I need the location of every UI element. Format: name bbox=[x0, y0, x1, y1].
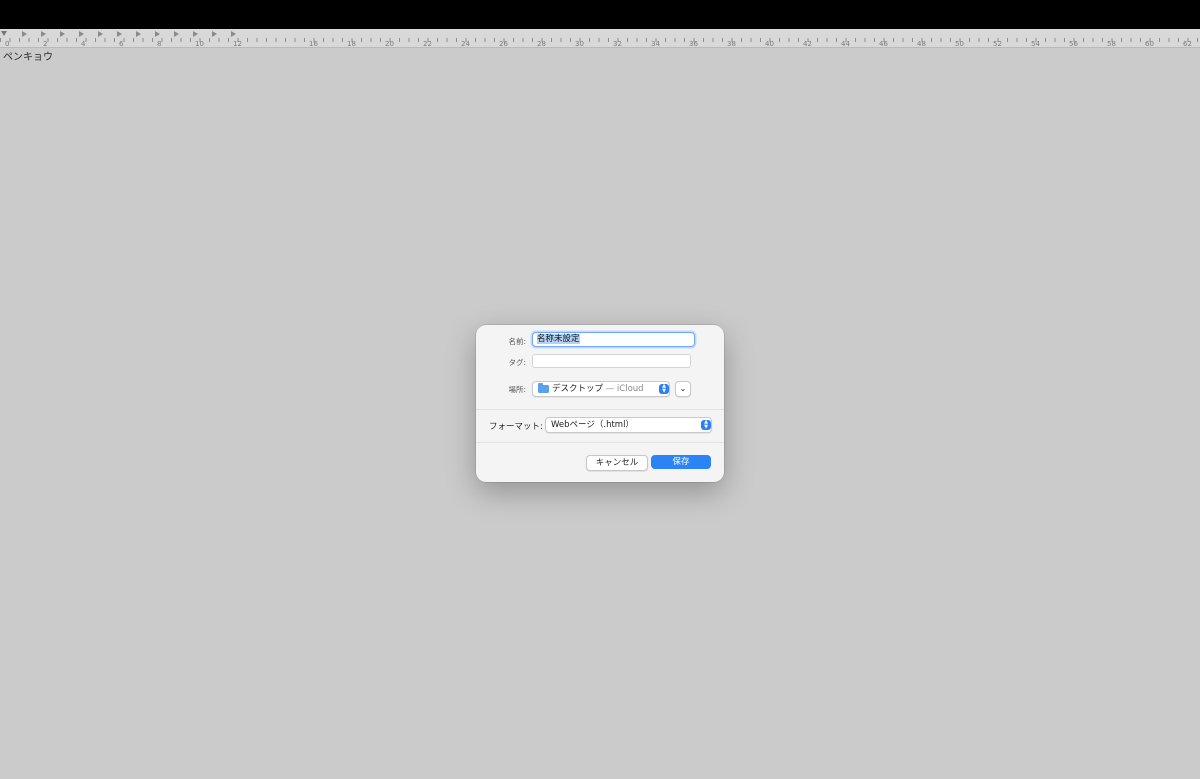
ruler-number: 50 bbox=[955, 40, 964, 48]
tab-stop-icon[interactable] bbox=[212, 31, 217, 37]
ruler-number: 34 bbox=[651, 40, 660, 48]
ruler-number: 36 bbox=[689, 40, 698, 48]
ruler-number: 38 bbox=[727, 40, 736, 48]
ruler-number: 46 bbox=[879, 40, 888, 48]
ruler-number: 20 bbox=[385, 40, 394, 48]
ruler-number: 52 bbox=[993, 40, 1002, 48]
format-value: Webページ（.html） bbox=[551, 420, 634, 430]
ruler-number: 6 bbox=[119, 40, 124, 48]
save-button[interactable]: 保存 bbox=[651, 455, 711, 469]
tab-stop-icon[interactable] bbox=[79, 31, 84, 37]
updown-chevron-icon: ▲ ▼ bbox=[659, 384, 669, 394]
ruler-ticks bbox=[0, 38, 1200, 42]
ruler-number: 30 bbox=[575, 40, 584, 48]
location-value: デスクトップ bbox=[552, 384, 604, 394]
ruler-number: 0 bbox=[5, 40, 10, 48]
save-dialog: 名前: 名称未設定 タグ: 場所: デスクトップ — iCloud ▲ ▼ ⌄ フ… bbox=[476, 325, 724, 482]
tags-label: タグ: bbox=[508, 358, 526, 367]
tab-stop-icon[interactable] bbox=[155, 31, 160, 37]
name-label: 名前: bbox=[508, 337, 526, 346]
name-field[interactable]: 名称未設定 bbox=[532, 332, 695, 347]
ruler-number: 56 bbox=[1069, 40, 1078, 48]
format-popup[interactable]: Webページ（.html） ▲ ▼ bbox=[545, 417, 712, 433]
ruler-number: 22 bbox=[423, 40, 432, 48]
tab-stop-icon[interactable] bbox=[231, 31, 236, 37]
top-black-bar bbox=[0, 0, 1200, 29]
ruler-number: 40 bbox=[765, 40, 774, 48]
ruler-number: 44 bbox=[841, 40, 850, 48]
name-field-value: 名称未設定 bbox=[537, 334, 580, 344]
updown-chevron-icon: ▲ ▼ bbox=[701, 420, 711, 430]
ruler-number: 58 bbox=[1107, 40, 1116, 48]
ruler-number: 42 bbox=[803, 40, 812, 48]
ruler-number: 48 bbox=[917, 40, 926, 48]
chevron-down-icon: ⌄ bbox=[679, 384, 687, 393]
location-suffix: — iCloud bbox=[603, 384, 644, 394]
location-label: 場所: bbox=[508, 385, 526, 394]
expand-button[interactable]: ⌄ bbox=[675, 381, 691, 397]
location-text: デスクトップ — iCloud bbox=[552, 383, 644, 395]
ruler-number: 28 bbox=[537, 40, 546, 48]
tab-stop-icon[interactable] bbox=[174, 31, 179, 37]
ruler-number: 24 bbox=[461, 40, 470, 48]
ruler-number: 2 bbox=[43, 40, 48, 48]
ruler-number: 60 bbox=[1145, 40, 1154, 48]
tab-stop-icon[interactable] bbox=[136, 31, 141, 37]
ruler-number: 18 bbox=[347, 40, 356, 48]
ruler-number: 16 bbox=[309, 40, 318, 48]
ruler-number: 26 bbox=[499, 40, 508, 48]
tab-stop-icon[interactable] bbox=[98, 31, 103, 37]
ruler-number: 10 bbox=[195, 40, 204, 48]
tab-stop-icon[interactable] bbox=[193, 31, 198, 37]
ruler-number: 4 bbox=[81, 40, 86, 48]
format-label: フォーマット: bbox=[489, 422, 543, 432]
ruler-number: 12 bbox=[233, 40, 242, 48]
ruler-number: 8 bbox=[157, 40, 162, 48]
indent-marker-icon[interactable] bbox=[1, 31, 7, 36]
divider bbox=[476, 409, 724, 410]
document-text[interactable]: ペンキョウ bbox=[3, 48, 53, 63]
ruler-number: 62 bbox=[1183, 40, 1192, 48]
tab-stop-icon[interactable] bbox=[117, 31, 122, 37]
tags-field[interactable] bbox=[532, 354, 691, 368]
divider bbox=[476, 442, 724, 443]
ruler[interactable]: 0 2 4 6 8 10 12 16 18 20 22 24 26 28 30 32 34 36 38 40 42 44 4… bbox=[0, 29, 1200, 48]
folder-icon bbox=[538, 383, 549, 393]
ruler-number: 54 bbox=[1031, 40, 1040, 48]
location-popup[interactable]: デスクトップ — iCloud ▲ ▼ bbox=[532, 381, 670, 397]
cancel-button[interactable]: キャンセル bbox=[586, 455, 648, 471]
tab-stop-icon[interactable] bbox=[60, 31, 65, 37]
tab-stop-icon[interactable] bbox=[22, 31, 27, 37]
ruler-number: 32 bbox=[613, 40, 622, 48]
tab-stop-icon[interactable] bbox=[41, 31, 46, 37]
